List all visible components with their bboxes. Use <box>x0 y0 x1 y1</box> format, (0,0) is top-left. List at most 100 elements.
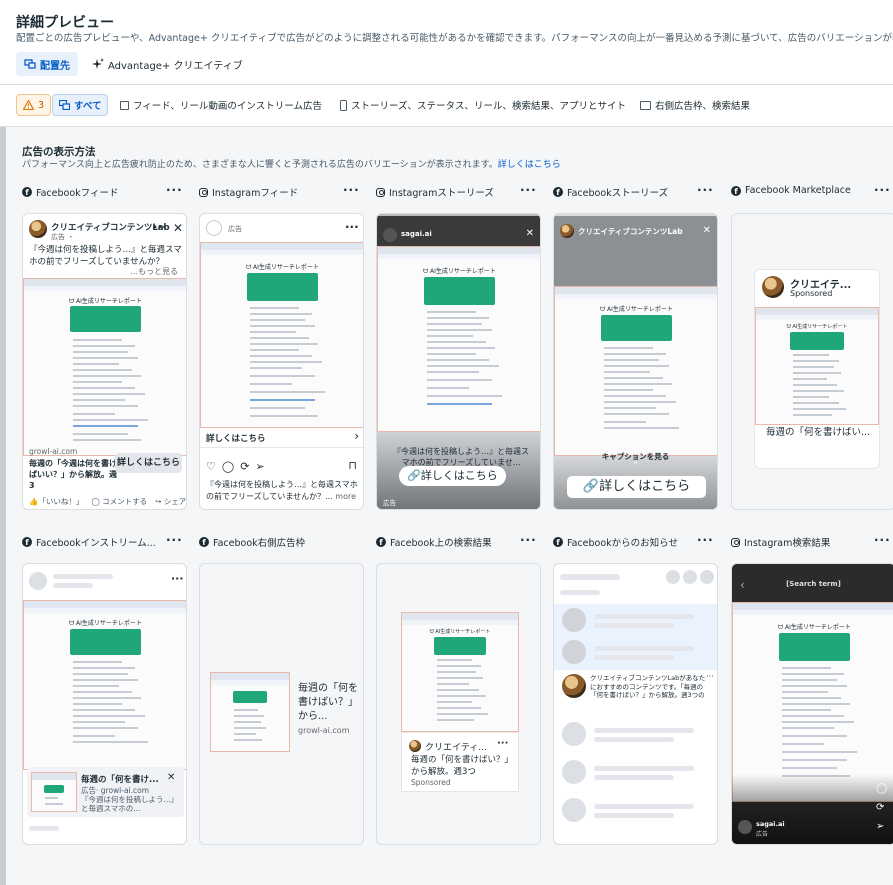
more-icon[interactable]: ··· <box>345 220 359 234</box>
ad-image: ᗢ AI生成リサーチレポート <box>23 278 186 456</box>
more-options-button[interactable]: ··· <box>697 183 714 197</box>
learn-more-link[interactable]: 詳しくはこちら <box>498 160 561 170</box>
facebook-icon: f <box>22 537 32 547</box>
placement-label-fb-search: f Facebook上の検索結果 <box>376 535 492 549</box>
ig-action-icons: ♡ ◯ ⟳ ➢ <box>206 460 265 473</box>
more-options-button[interactable]: ··· <box>874 533 891 547</box>
close-icon[interactable]: ✕ <box>167 772 175 783</box>
domain-text: growl-ai.com <box>29 447 78 456</box>
filter-right-column[interactable]: 右側広告枠、検索結果 <box>634 94 756 116</box>
story-ad-label: 広告 <box>383 499 396 507</box>
story-cta-button[interactable]: 🔗詳しくはこちら <box>567 476 706 498</box>
reel-actions: ♡ ◯ ⟳ ➢ <box>876 764 887 832</box>
tab-advantage-creative[interactable]: Advantage+ クリエイティブ <box>84 52 251 76</box>
headline: 毎週の「何を書けばい？」から解放。週3つ <box>411 755 514 777</box>
preview-card-ig-stories[interactable]: sagai.ai ✕ ᗢ AI生成リサーチレポート 『今週は何を投稿しよう…』と… <box>376 213 541 510</box>
action-bar: 👍「いいね！」 ◯ コメントする ↪ シェアする <box>29 496 186 507</box>
placement-label-fb-instream: f Facebookインストリーム... <box>22 535 156 549</box>
comment-icon[interactable]: ◯ <box>222 460 234 473</box>
preview-card-fb-feed[interactable]: クリエイティブコンテンツLab 広告 ・ ··· ✕ 『今週は何を投稿しよう…』… <box>22 213 187 510</box>
more-options-button[interactable]: ··· <box>697 533 714 547</box>
account-name: sagai.ai <box>756 820 785 828</box>
facebook-icon: f <box>553 187 563 197</box>
preview-card-ig-search[interactable]: ‹ [Search term] ᗢ AI生成リサーチレポート sagai.ai … <box>731 563 893 845</box>
avatar <box>738 820 752 834</box>
search-term: [Search term] <box>786 580 841 588</box>
story-progress <box>554 214 717 216</box>
close-icon[interactable]: ✕ <box>526 228 534 239</box>
filter-stories-label: ストーリーズ、ステータス、リール、検索結果、アプリとサイト <box>351 101 627 112</box>
preview-card-fb-search[interactable]: ᗢ AI生成リサーチレポート クリエイティ... ··· 毎週の「何を書けばい？… <box>376 563 541 845</box>
instagram-icon <box>731 537 740 547</box>
more-options-button[interactable]: ··· <box>166 183 183 197</box>
bookmark-icon[interactable]: ⊓ <box>348 459 357 472</box>
more-icon[interactable]: ··· <box>153 220 167 234</box>
more-options-button[interactable]: ··· <box>520 533 537 547</box>
placement-label-fb-notifications: f Facebookからのお知らせ <box>553 535 678 549</box>
more-icon[interactable]: ··· <box>171 572 184 585</box>
more-options-button[interactable]: ··· <box>343 183 360 197</box>
story-cta-button[interactable]: 🔗詳しくはこちら <box>399 466 506 486</box>
section-description: パフォーマンス向上と広告疲れ防止のため、さまざまな人に響くと予測される広告のバリ… <box>22 160 561 170</box>
avatar <box>409 740 421 752</box>
placement-label-ig-search: Instagram検索結果 <box>731 535 830 549</box>
heart-icon[interactable]: ♡ <box>206 460 216 473</box>
facebook-icon: f <box>376 537 386 547</box>
headline: 毎週の「今週は何を書けばいい？」から解放。週3 <box>29 459 117 490</box>
ad-image: ᗢ AI生成リサーチレポート <box>554 286 717 456</box>
avatar <box>206 220 222 236</box>
tab-placements-label: 配置先 <box>40 60 70 72</box>
repost-icon[interactable]: ⟳ <box>240 460 249 473</box>
filter-feeds[interactable]: フィード、リール動画のインストリーム広告 <box>114 94 328 116</box>
preview-card-fb-stories[interactable]: クリエイティブコンテンツLab ✕ ᗢ AI生成リサーチレポート キャプションを… <box>553 213 718 510</box>
comment-icon[interactable]: ◯ <box>876 783 887 794</box>
chevron-up-icon: ⌃ <box>631 461 640 471</box>
like-button[interactable]: 👍「いいね！」 <box>29 496 83 507</box>
share-button[interactable]: ↪ シェアする <box>155 496 186 507</box>
sparkle-icon <box>92 58 104 69</box>
more-options-button[interactable]: ··· <box>874 183 891 197</box>
send-icon[interactable]: ➢ <box>255 460 264 473</box>
close-icon[interactable]: ✕ <box>173 221 183 235</box>
warning-filter[interactable]: 3 <box>16 94 52 116</box>
avatar <box>29 220 47 238</box>
more-icon[interactable]: ··· <box>497 738 508 749</box>
facebook-icon: f <box>731 185 741 196</box>
avatar <box>560 224 574 238</box>
chevron-right-icon: › <box>354 429 359 443</box>
more-options-button[interactable]: ··· <box>520 183 537 197</box>
ig-ad-label: 広告 <box>228 225 242 233</box>
avatar <box>562 674 586 698</box>
cta-button[interactable]: 詳しくはこちら <box>115 453 182 473</box>
link-icon: 🔗 <box>582 479 600 494</box>
placement-label-ig-stories: Instagramストーリーズ <box>376 185 494 199</box>
repost-icon[interactable]: ⟳ <box>876 802 887 813</box>
comment-button[interactable]: ◯ コメントする <box>91 496 147 507</box>
see-more-link[interactable]: ...もっと見る <box>130 266 178 277</box>
instagram-icon <box>376 187 385 197</box>
ad-image <box>210 672 290 752</box>
story-progress <box>377 214 540 216</box>
more-icon[interactable]: ··· <box>706 672 714 681</box>
tab-placements[interactable]: 配置先 <box>16 52 78 76</box>
filter-feeds-label: フィード、リール動画のインストリーム広告 <box>133 101 322 112</box>
filter-stories[interactable]: ストーリーズ、ステータス、リール、検索結果、アプリとサイト <box>334 94 632 116</box>
close-icon[interactable]: ✕ <box>703 225 711 236</box>
headline: 毎週の「何を書けばい？」から... <box>298 683 358 722</box>
heart-icon[interactable]: ♡ <box>876 764 887 775</box>
instagram-icon <box>199 187 208 197</box>
preview-card-fb-notifications[interactable]: クリエイティブコンテンツLabがあなたにおすすめのコンテンツです。「毎週の「何を… <box>553 563 718 845</box>
facebook-icon: f <box>553 537 563 547</box>
preview-card-fb-right-column[interactable]: 毎週の「何を書けばい？」から... growl-ai.com <box>199 563 364 845</box>
preview-card-ig-feed[interactable]: 広告 ··· ᗢ AI生成リサーチレポート 詳しくはこちら › ♡ ◯ ⟳ ➢ ⊓ 『… <box>199 213 364 510</box>
sponsored-label: Sponsored <box>790 289 833 298</box>
more-options-button[interactable]: ··· <box>166 533 183 547</box>
preview-card-fb-instream[interactable]: ··· ᗢ AI生成リサーチレポート 毎週の「何を書け... 広告· growl… <box>22 563 187 845</box>
send-icon[interactable]: ➢ <box>876 821 887 832</box>
filter-all[interactable]: すべて <box>52 94 109 116</box>
facebook-icon: f <box>22 187 32 197</box>
cta-bar[interactable]: 詳しくはこちら › <box>200 428 363 448</box>
preview-card-fb-marketplace[interactable]: クリエイテ... Sponsored ᗢ AI生成リサーチレポート 毎週の「何を… <box>731 213 893 510</box>
page-title: 詳細プレビュー <box>16 15 114 31</box>
divider <box>0 84 893 85</box>
